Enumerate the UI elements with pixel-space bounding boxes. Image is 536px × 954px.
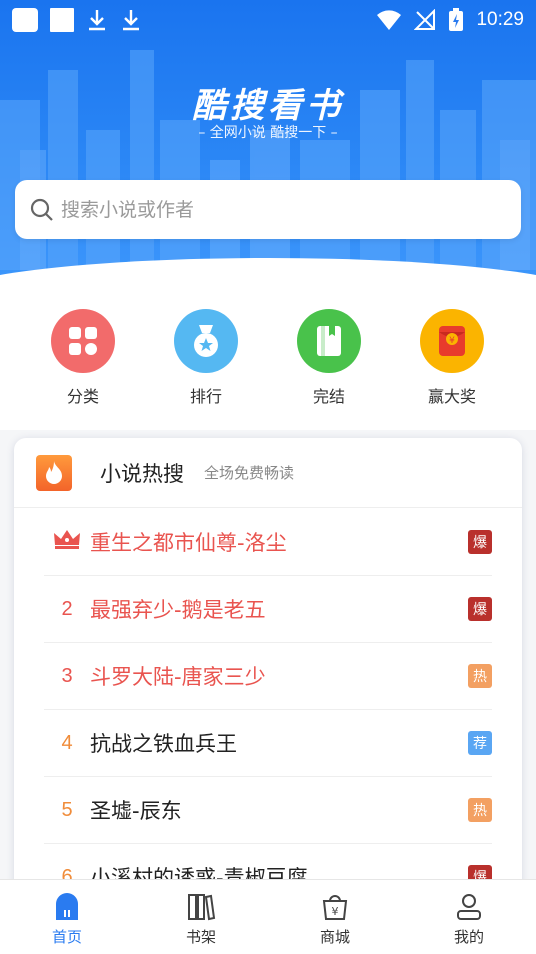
- red-envelope-icon: ¥: [420, 309, 484, 373]
- no-signal-icon: [414, 9, 436, 30]
- entry-completed[interactable]: 完结: [279, 309, 379, 407]
- svg-text:¥: ¥: [449, 336, 455, 346]
- hot-search-item[interactable]: 4 抗战之铁血兵王 荐: [44, 710, 492, 777]
- shopping-bag-icon: ¥: [322, 895, 348, 920]
- search-bar[interactable]: [15, 180, 521, 239]
- hot-search-item[interactable]: 3 斗罗大陆-唐家三少 热: [44, 643, 492, 710]
- notification-square-icon: [12, 8, 38, 32]
- book-title: 重生之都市仙尊-洛尘: [90, 531, 287, 555]
- status-badge: 爆: [468, 530, 492, 554]
- search-icon: [30, 198, 53, 221]
- entry-ranking[interactable]: 排行: [156, 309, 256, 407]
- book-title: 抗战之铁血兵王: [90, 732, 237, 756]
- entry-label: 赢大奖: [427, 387, 476, 406]
- svg-text:¥: ¥: [332, 905, 339, 918]
- status-time: 10:29: [476, 9, 524, 30]
- bookshelf-icon: [188, 894, 216, 921]
- hot-search-subtitle: 全场免费畅读: [204, 464, 295, 482]
- nav-label: 我的: [453, 928, 484, 946]
- notification-square-icon: [50, 8, 74, 32]
- nav-store[interactable]: ¥ 商城: [268, 880, 402, 954]
- search-input[interactable]: [61, 198, 501, 221]
- nav-profile[interactable]: 我的: [402, 880, 536, 954]
- status-bar: 10:29: [0, 0, 536, 40]
- wifi-icon: [377, 10, 402, 30]
- grid-icon: [51, 309, 115, 373]
- hot-search-card: 小说热搜 全场免费畅读 重生之都市仙尊-洛尘 爆 2 最强弃少-鹅是老五 爆 3…: [14, 438, 522, 898]
- hot-search-item[interactable]: 重生之都市仙尊-洛尘 爆: [44, 509, 492, 576]
- download-icon: [89, 10, 105, 31]
- medal-icon: [174, 309, 238, 373]
- hot-search-item[interactable]: 2 最强弃少-鹅是老五 爆: [44, 576, 492, 643]
- status-badge: 荐: [468, 731, 492, 755]
- rank-number: 2: [61, 597, 73, 620]
- hot-search-item[interactable]: 5 圣墟-辰东 热: [44, 777, 492, 844]
- nav-label: 书架: [185, 928, 216, 946]
- app-subtitle: – 全网小说 酷搜一下 –: [198, 125, 338, 141]
- book-title: 圣墟-辰东: [90, 799, 182, 823]
- book-icon: [297, 309, 361, 373]
- nav-label: 首页: [51, 928, 82, 946]
- status-badge: 热: [468, 798, 492, 822]
- home-icon: [56, 893, 78, 920]
- book-title: 最强弃少-鹅是老五: [90, 598, 266, 622]
- status-badge: 爆: [468, 597, 492, 621]
- status-badge: 热: [468, 664, 492, 688]
- nav-home[interactable]: 首页: [0, 880, 134, 954]
- app-title: 酷搜看书: [192, 86, 344, 126]
- fire-icon: [36, 454, 72, 491]
- rank-number: 5: [61, 798, 73, 821]
- battery-charging-icon: [449, 8, 464, 31]
- download-icon: [123, 10, 139, 31]
- nav-bookshelf[interactable]: 书架: [134, 880, 268, 954]
- entry-prize[interactable]: ¥ 赢大奖: [402, 309, 502, 407]
- entry-category[interactable]: 分类: [33, 309, 133, 407]
- rank-number: 4: [61, 731, 73, 754]
- nav-label: 商城: [319, 928, 350, 946]
- bottom-navigation: 首页 书架 ¥ 商城 我的: [0, 879, 536, 954]
- crown-icon: [44, 529, 90, 555]
- entry-label: 排行: [189, 387, 222, 406]
- book-title: 斗罗大陆-唐家三少: [90, 665, 266, 689]
- hot-search-title: 小说热搜: [100, 461, 184, 486]
- entry-label: 完结: [312, 387, 345, 406]
- profile-icon: [457, 894, 481, 920]
- rank-number: 3: [61, 664, 73, 687]
- hot-search-header: 小说热搜 全场免费畅读: [14, 438, 522, 508]
- entry-label: 分类: [66, 387, 99, 406]
